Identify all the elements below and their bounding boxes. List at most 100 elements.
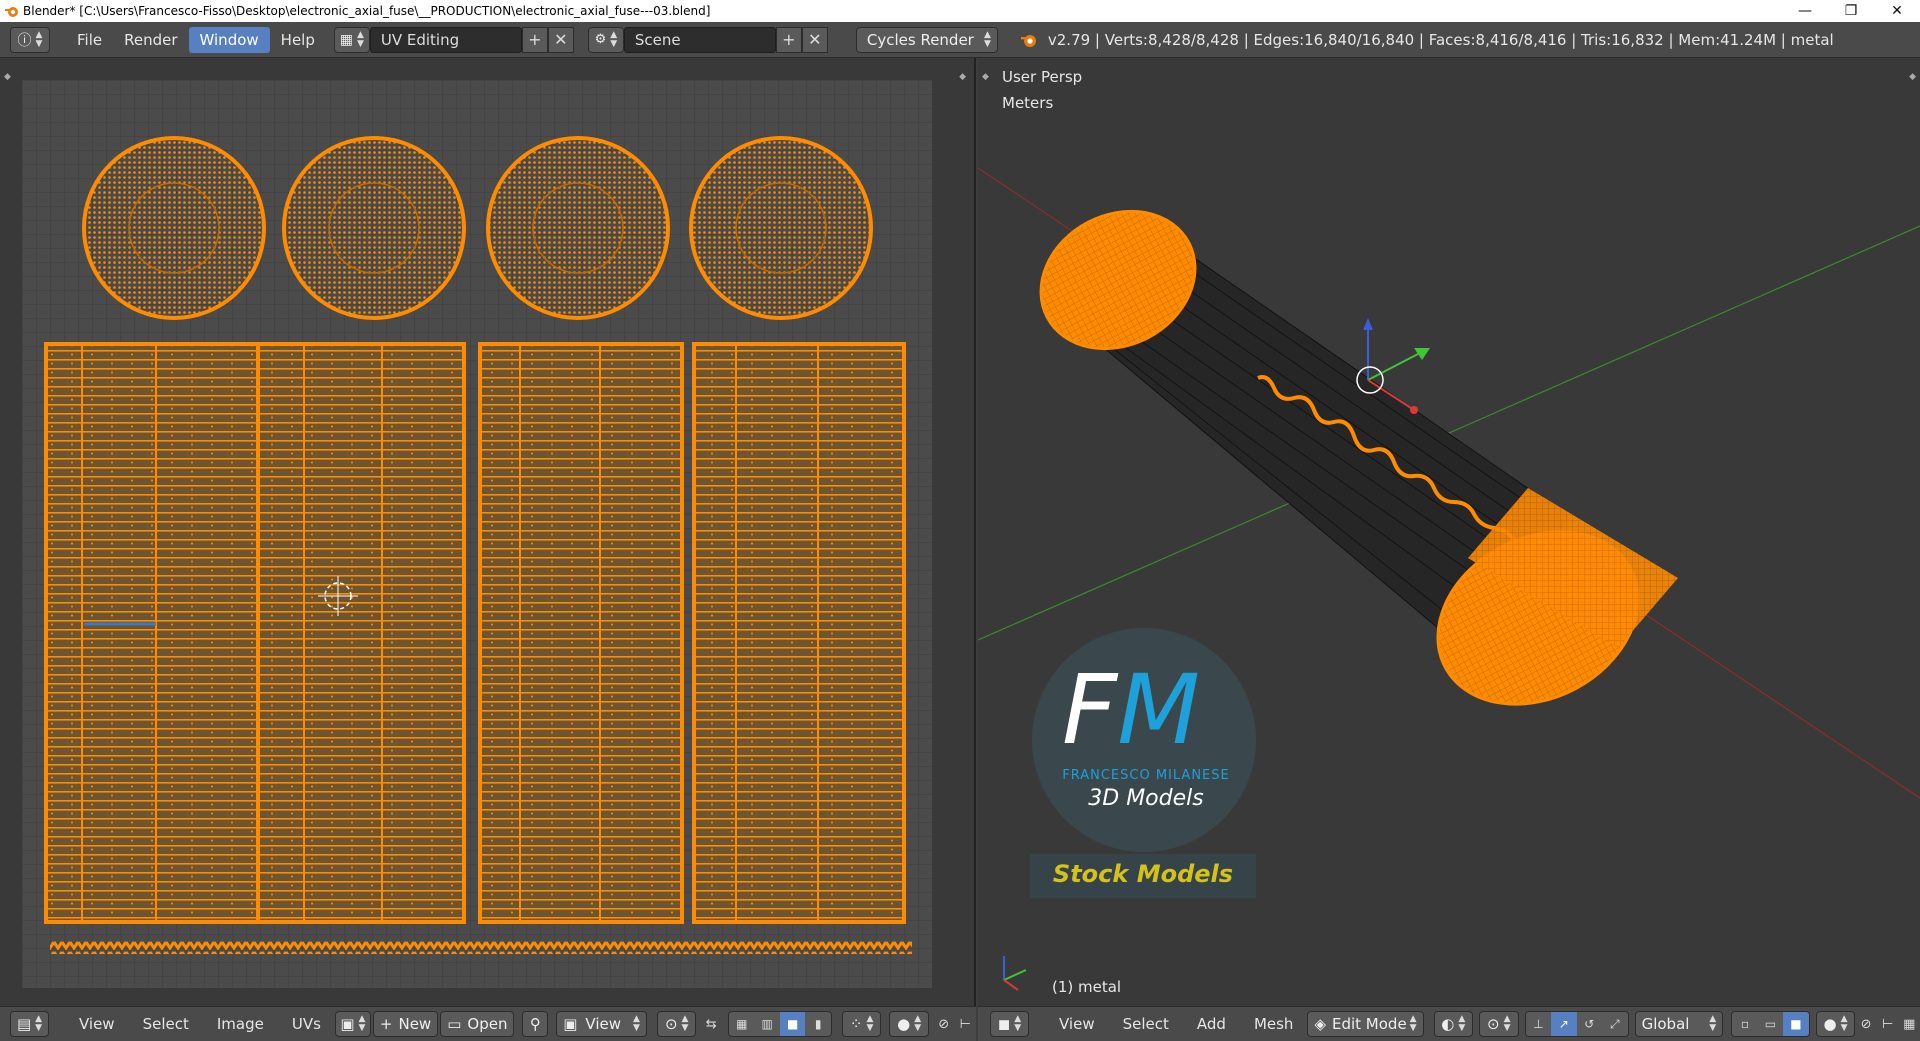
browse-image-button[interactable]: ▣ ▲ ▼ [334, 1011, 371, 1037]
restore-button[interactable]: ❐ [1828, 0, 1874, 22]
pivot-button[interactable]: ⊙ ▲ ▼ [656, 1011, 697, 1037]
rotate-icon[interactable]: ↺ [1576, 1012, 1603, 1036]
blender-logo-icon [5, 7, 18, 17]
viewport-shading-button[interactable]: ◐ ▲ ▼ [1433, 1011, 1474, 1037]
snap-icon[interactable]: ⊘ [933, 1012, 955, 1036]
transform-orientation-select[interactable]: Global ▲ ▼ [1634, 1011, 1724, 1037]
pin-button[interactable]: ⚲ [522, 1011, 549, 1037]
uv-menu-image[interactable]: Image [203, 1015, 278, 1033]
sticky-mode-button[interactable]: ⁘ ▲ ▼ [841, 1011, 882, 1037]
window-titlebar: Blender* [C:\Users\Francesco-Fisso\Deskt… [0, 0, 1920, 22]
region-toggle-icon[interactable]: ◆ [959, 72, 966, 82]
scene-stats: v2.79 | Verts:8,428/8,428 | Edges:16,840… [1047, 30, 1834, 49]
manipulator-toggle-icon[interactable]: ⊥ [1525, 1012, 1552, 1036]
watermark-f: F [1062, 654, 1118, 766]
window-title: Blender* [C:\Users\Francesco-Fisso\Deskt… [23, 4, 711, 18]
chevron-updown-icon: ▲ ▼ [357, 29, 364, 49]
pivot-icon: ⊙ [1487, 1015, 1500, 1033]
cube-icon: ◼ [997, 1015, 1011, 1033]
open-image-button[interactable]: ▭ Open [440, 1011, 515, 1037]
uv-menu-select[interactable]: Select [129, 1015, 203, 1033]
editor-type-image-button[interactable]: ▤ ▲ ▼ [9, 1011, 50, 1037]
view-mode-icon: ▣ [563, 1015, 578, 1033]
render-engine-select[interactable]: Cycles Render ▲ ▼ [855, 26, 998, 53]
chevron-updown-icon: ▲ ▼ [1840, 1014, 1848, 1033]
scene-name: Scene [634, 30, 681, 49]
snap-target-icon[interactable]: ⊢ [954, 1012, 976, 1036]
edge-select-icon[interactable]: ▥ [754, 1012, 780, 1036]
close-button[interactable]: ✕ [1874, 0, 1920, 22]
pin-icon: ⚲ [529, 1015, 541, 1033]
plus-icon: + [528, 30, 542, 49]
new-image-label: New [398, 1015, 432, 1033]
chevron-updown-icon: ▲ ▼ [866, 1014, 874, 1033]
translate-icon[interactable]: ↗ [1551, 1012, 1577, 1036]
new-image-button[interactable]: + New [372, 1011, 439, 1037]
uv-menu-view[interactable]: View [65, 1015, 129, 1033]
view-mode-select[interactable]: ▣ View ▲ ▼ [556, 1011, 647, 1037]
menu-render[interactable]: Render [113, 27, 188, 53]
face-select-icon[interactable]: ■ [1783, 1012, 1809, 1036]
axis-orientation-icon [1003, 956, 1027, 991]
chevron-updown-icon: ▲ ▼ [914, 1014, 922, 1033]
add-screen-button[interactable]: + [521, 26, 548, 53]
sync-selection-icon[interactable]: ⇆ [700, 1012, 722, 1036]
render-engine-value: Cycles Render [866, 30, 974, 49]
interaction-mode-select[interactable]: ◈ Edit Mode ▲ ▼ [1307, 1011, 1424, 1037]
vp-snap-icon[interactable]: ⊘ [1855, 1012, 1877, 1036]
uv-canvas[interactable] [22, 80, 932, 988]
vp-snap-target-icon[interactable]: ⊢ [1877, 1012, 1899, 1036]
chevron-updown-icon: ▲ ▼ [1409, 1014, 1417, 1033]
uv-menu-uvs[interactable]: UVs [278, 1015, 335, 1033]
viewport-header: ◼ ▲ ▼ View Select Add Mesh ◈ Edit Mode ▲ ▼ ◐ ▲… [978, 1006, 1920, 1041]
delete-scene-button[interactable]: ✕ [801, 26, 828, 53]
pivot-icon: ⊙ [664, 1015, 678, 1033]
chevron-updown-icon: ▲ ▼ [633, 1014, 640, 1033]
region-toggle-icon[interactable]: ◆ [4, 72, 11, 82]
chevron-updown-icon: ▲ ▼ [1458, 1014, 1466, 1033]
scene-field[interactable]: Scene [623, 26, 776, 53]
editor-type-info-button[interactable]: ⓘ ▲ ▼ [10, 26, 50, 53]
uv-editor-header: ▤ ▲ ▼ View Select Image UVs ▣ ▲ ▼ + New ▭ Open… [0, 1006, 976, 1041]
render-layer-icon[interactable]: ▦ [1898, 1012, 1920, 1036]
uv-image-editor[interactable]: ◆ ◆ [0, 58, 976, 1006]
editor-type-3d-button[interactable]: ◼ ▲ ▼ [989, 1011, 1030, 1037]
info-icon: ⓘ [17, 32, 32, 49]
minimize-button[interactable]: — [1782, 0, 1828, 22]
3d-viewport[interactable]: ◆ ◆ User Persp Meters FM FRANCESCO MILAN… [978, 58, 1920, 1006]
sticky-icon: ⁘ [849, 1015, 863, 1033]
vp-proportional-edit-button[interactable]: ● ▲ ▼ [1815, 1011, 1856, 1037]
island-select-icon[interactable]: ▮ [805, 1012, 831, 1036]
vp-menu-add[interactable]: Add [1183, 1015, 1240, 1033]
vp-menu-select[interactable]: Select [1109, 1015, 1183, 1033]
menu-window[interactable]: Window [188, 26, 270, 53]
delete-screen-button[interactable]: ✕ [547, 26, 574, 53]
watermark-stock-label: Stock Models [1052, 860, 1234, 888]
vp-menu-mesh[interactable]: Mesh [1240, 1015, 1308, 1033]
vertex-select-icon[interactable]: ▫ [1732, 1012, 1758, 1036]
chevron-updown-icon: ▲ ▼ [1709, 1014, 1717, 1033]
menu-file[interactable]: File [66, 27, 113, 53]
scale-icon[interactable]: ⤢ [1602, 1012, 1628, 1036]
close-icon: ✕ [808, 30, 822, 49]
open-image-label: Open [467, 1015, 508, 1033]
face-select-icon[interactable]: ■ [779, 1012, 806, 1036]
chevron-updown-icon: ▲ ▼ [610, 29, 618, 49]
plus-icon: + [379, 1015, 393, 1033]
add-scene-button[interactable]: + [775, 26, 802, 53]
menu-help[interactable]: Help [270, 27, 326, 53]
shading-icon: ◐ [1441, 1015, 1455, 1033]
scene-type-button[interactable]: ⚙ ▲ ▼ [587, 26, 624, 53]
image-editor-icon: ▤ [16, 1015, 32, 1033]
scene-icon: ⚙ [594, 32, 607, 47]
proportional-edit-button[interactable]: ● ▲ ▼ [889, 1011, 929, 1037]
chevron-updown-icon: ▲ ▼ [35, 1014, 43, 1033]
screen-layout-field[interactable]: UV Editing [369, 26, 522, 53]
plus-icon: + [782, 30, 796, 49]
watermark-monogram: FM [1062, 662, 1238, 758]
edge-select-icon[interactable]: ▭ [1757, 1012, 1784, 1036]
vp-menu-view[interactable]: View [1045, 1015, 1109, 1033]
screen-layout-type-button[interactable]: ▦ ▲ ▼ [333, 26, 370, 53]
vertex-select-icon[interactable]: ▦ [729, 1012, 755, 1036]
pivot-point-button[interactable]: ⊙ ▲ ▼ [1479, 1011, 1519, 1037]
